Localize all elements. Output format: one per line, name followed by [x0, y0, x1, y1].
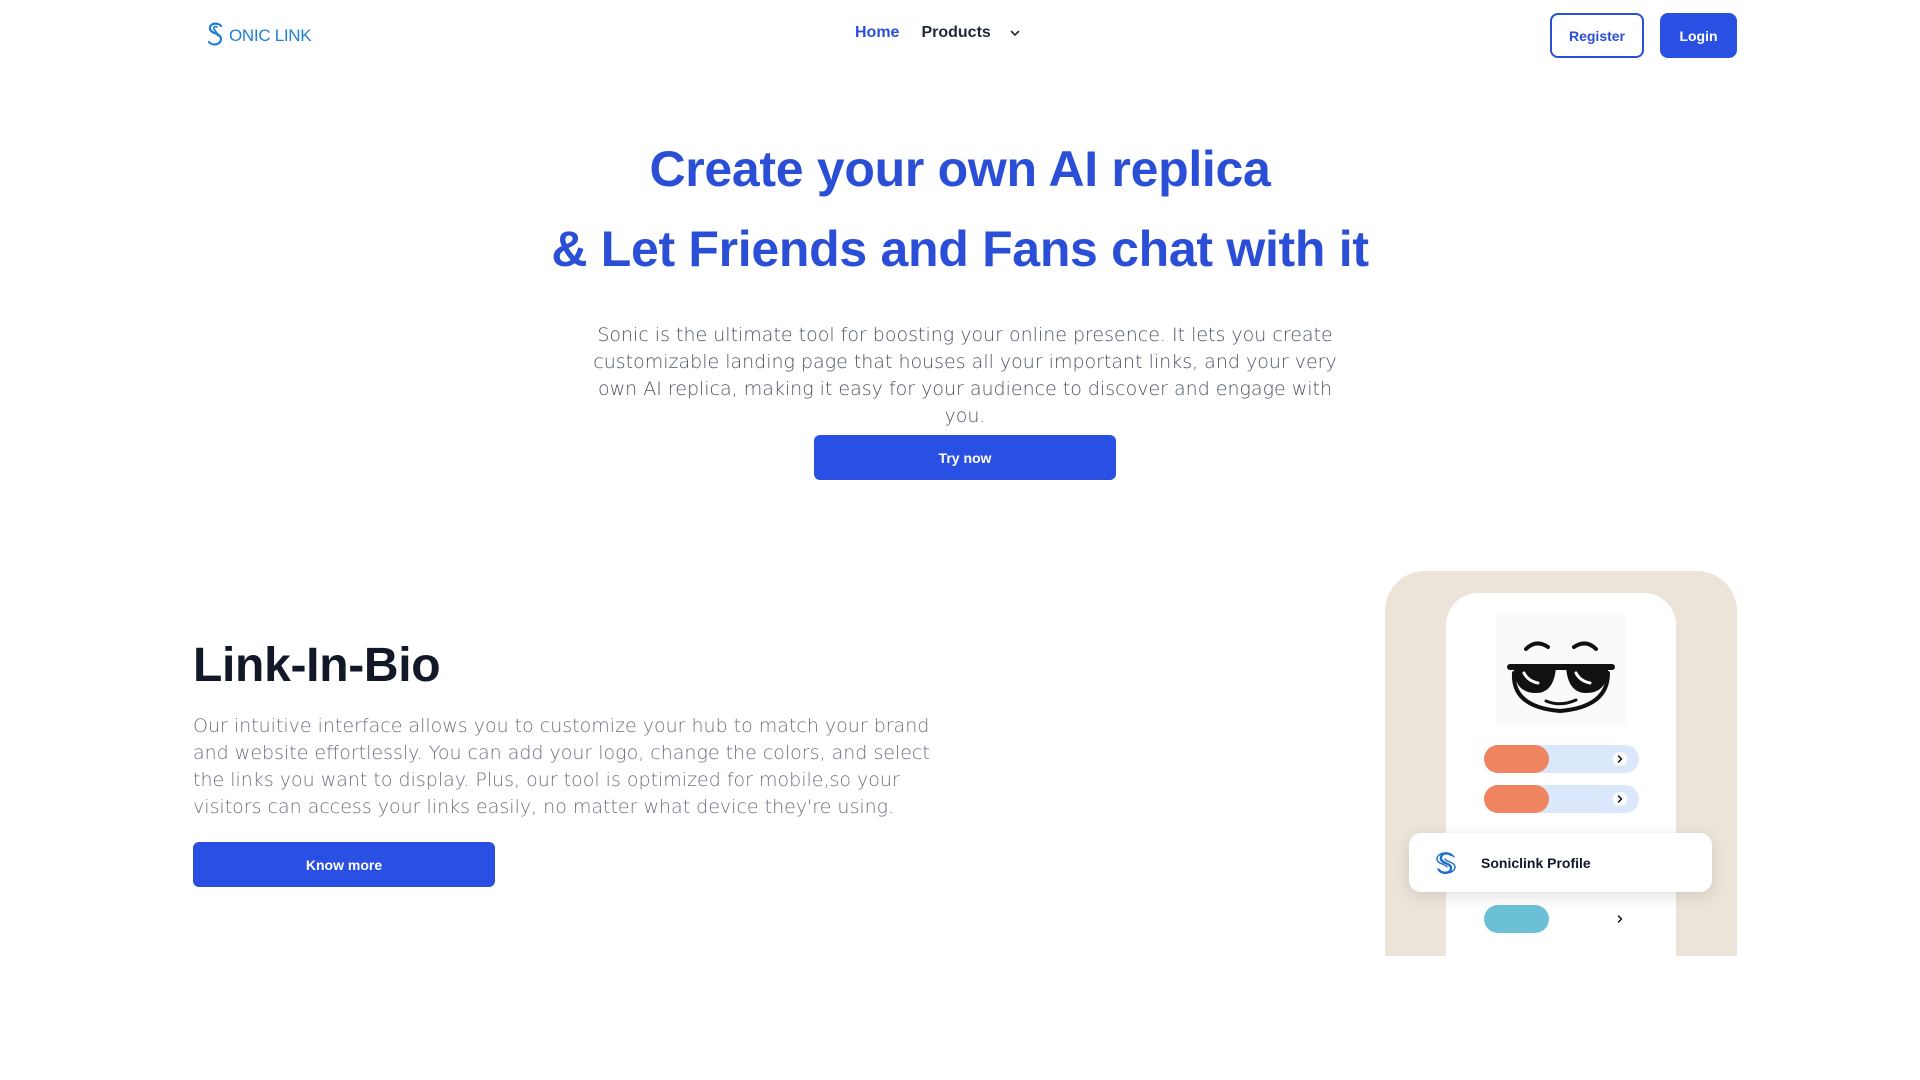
profile-label: Soniclink Profile — [1481, 854, 1591, 871]
main-nav: Home Products — [855, 24, 1021, 42]
phone-screen — [1446, 593, 1676, 956]
know-more-button[interactable]: Know more — [193, 842, 495, 887]
sonic-s-logo-icon — [207, 22, 223, 46]
header: ONIC LINK Home Products Register Login — [0, 0, 1920, 70]
logo[interactable]: ONIC LINK — [205, 18, 312, 50]
phone-mockup-illustration — [1385, 571, 1737, 956]
nav-home-link[interactable]: Home — [855, 24, 899, 42]
avatar — [1496, 615, 1626, 725]
page: ONIC LINK Home Products Register Login C… — [0, 0, 1920, 1080]
nav-products-link[interactable]: Products — [921, 24, 990, 42]
chevron-down-icon[interactable] — [1009, 27, 1021, 39]
chevron-right-icon — [1613, 752, 1627, 766]
soniclink-logo-icon — [1436, 851, 1456, 874]
link-in-bio-description: Our intuitive interface allows you to cu… — [193, 715, 930, 818]
link-in-bio-title: Link-In-Bio — [193, 639, 441, 692]
mockup-link-bar-1 — [1484, 745, 1639, 773]
hero-title-line-1: Create your own AI replica — [649, 141, 1271, 197]
try-now-button[interactable]: Try now — [814, 435, 1116, 480]
mockup-link-bar-2 — [1484, 785, 1639, 813]
link-pill — [1484, 785, 1549, 813]
link-pill — [1484, 905, 1549, 933]
link-pill — [1484, 745, 1549, 773]
chevron-right-icon — [1613, 792, 1627, 806]
hero-title-line-2: & Let Friends and Fans chat with it — [551, 221, 1369, 277]
register-button[interactable]: Register — [1550, 13, 1644, 58]
mockup-link-bar-3 — [1484, 905, 1639, 933]
logo-text: ONIC LINK — [229, 26, 312, 45]
hero-description: Sonic is the ultimate tool for boosting … — [593, 324, 1337, 427]
soniclink-profile-card: Soniclink Profile — [1409, 833, 1712, 892]
sunglasses-face-icon — [1507, 641, 1615, 714]
chevron-right-icon — [1613, 912, 1627, 926]
login-button[interactable]: Login — [1660, 13, 1737, 58]
